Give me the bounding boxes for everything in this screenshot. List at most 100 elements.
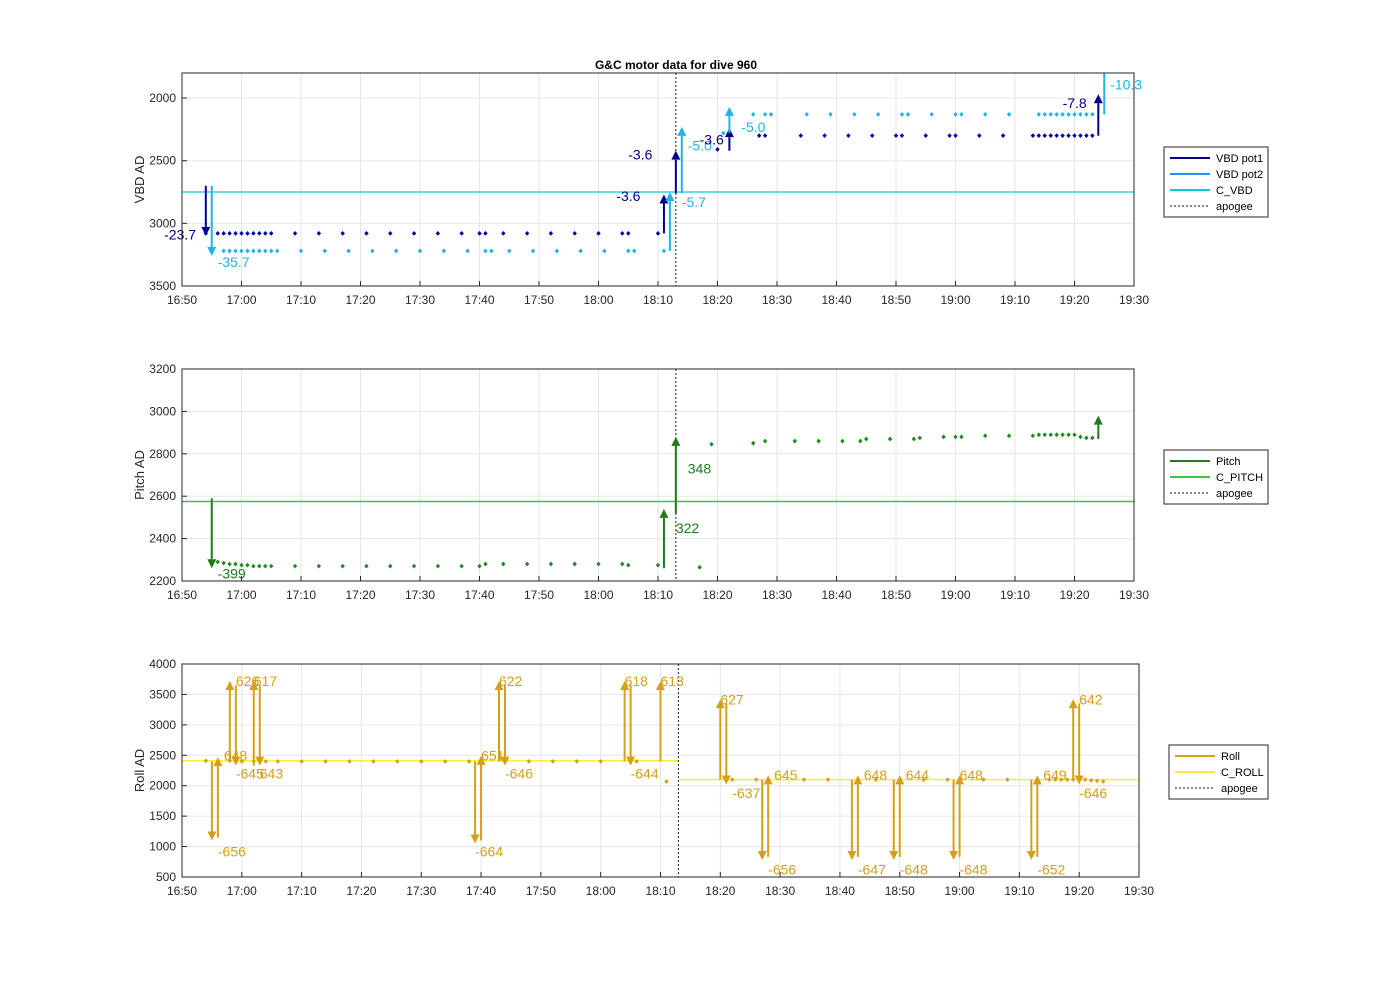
arrow-head bbox=[1100, 60, 1109, 69]
x-tick-label: 17:10 bbox=[286, 293, 316, 307]
x-tick-label: 17:00 bbox=[226, 588, 256, 602]
arrow-label: -3.6 bbox=[616, 188, 640, 204]
x-tick-label: 18:50 bbox=[885, 884, 915, 898]
arrow-label: -646 bbox=[1079, 785, 1107, 801]
arrow-label: 651 bbox=[481, 747, 505, 763]
arrow-label: -647 bbox=[858, 862, 886, 878]
arrow-label: 348 bbox=[688, 461, 712, 477]
arrow-label: -7.8 bbox=[1063, 95, 1087, 111]
x-tick-label: 17:20 bbox=[345, 293, 375, 307]
legend-label: C_ROLL bbox=[1221, 767, 1264, 779]
x-tick-label: 16:50 bbox=[167, 884, 197, 898]
legend-label: apogee bbox=[1221, 783, 1258, 795]
arrow-label: -652 bbox=[1037, 862, 1065, 878]
vbd-panel: 16:50 17:00 17:10 17:20 17:30 17:40 17:50 18:00… bbox=[132, 58, 1269, 307]
y-tick-label: 2500 bbox=[149, 748, 176, 762]
x-tick-label: 17:20 bbox=[345, 588, 375, 602]
y-tick-label: 500 bbox=[156, 870, 176, 884]
x-tick-label: 18:10 bbox=[643, 293, 673, 307]
y-tick-label: 4000 bbox=[149, 657, 176, 671]
arrow-label: -5.7 bbox=[682, 194, 706, 210]
y-axis-label: Pitch AD bbox=[132, 450, 147, 500]
x-tick-label: 17:40 bbox=[464, 293, 494, 307]
arrow-label: -656 bbox=[768, 862, 796, 878]
y-tick-label: 2500 bbox=[149, 154, 176, 168]
arrow-label: 648 bbox=[224, 747, 248, 763]
y-tick-label: 2200 bbox=[149, 574, 176, 588]
x-tick-label: 19:10 bbox=[1000, 293, 1030, 307]
x-tick-label: 18:30 bbox=[765, 884, 795, 898]
x-tick-label: 19:30 bbox=[1119, 293, 1149, 307]
x-tick-label: 18:30 bbox=[762, 588, 792, 602]
x-tick-label: 18:40 bbox=[821, 293, 851, 307]
x-tick-label: 17:40 bbox=[466, 884, 496, 898]
y-tick-label: 1500 bbox=[149, 809, 176, 823]
x-tick-label: 18:00 bbox=[583, 588, 613, 602]
y-tick-label: 3500 bbox=[149, 687, 176, 701]
y-tick-label: 3500 bbox=[149, 279, 176, 293]
x-tick-label: 18:50 bbox=[881, 293, 911, 307]
arrow-label: -648 bbox=[960, 862, 988, 878]
y-tick-label: 2800 bbox=[149, 447, 176, 461]
roll-panel: 16:50 17:00 17:10 17:20 17:30 17:40 17:50 18:00… bbox=[132, 657, 1269, 898]
y-tick-label: 2400 bbox=[149, 532, 176, 546]
y-tick-label: 1000 bbox=[149, 840, 176, 854]
arrow-label: -637 bbox=[732, 785, 760, 801]
x-tick-label: 19:30 bbox=[1124, 884, 1154, 898]
y-tick-label: 3000 bbox=[149, 404, 176, 418]
arrow-label: -664 bbox=[475, 843, 503, 859]
arrow-label: 322 bbox=[676, 520, 700, 536]
x-tick-label: 19:00 bbox=[940, 588, 970, 602]
x-tick-label: 17:30 bbox=[405, 293, 435, 307]
x-tick-label: 19:20 bbox=[1059, 588, 1089, 602]
legend: Pitch C_PITCHapogee bbox=[1163, 449, 1269, 505]
x-tick-label: 17:30 bbox=[405, 588, 435, 602]
x-tick-label: 17:10 bbox=[287, 884, 317, 898]
x-tick-label: 18:00 bbox=[586, 884, 616, 898]
x-tick-label: 18:10 bbox=[645, 884, 675, 898]
arrow-label: 622 bbox=[499, 673, 523, 689]
y-axis-label: Roll AD bbox=[132, 749, 147, 792]
x-tick-label: 18:10 bbox=[643, 588, 673, 602]
x-tick-label: 17:40 bbox=[464, 588, 494, 602]
legend-label: VBD pot1 bbox=[1216, 153, 1263, 165]
x-tick-label: 17:00 bbox=[227, 884, 257, 898]
arrow-label: 649 bbox=[1043, 767, 1067, 783]
x-tick-label: 19:20 bbox=[1064, 884, 1094, 898]
y-tick-label: 3200 bbox=[149, 362, 176, 376]
arrow-label: 644 bbox=[906, 767, 930, 783]
arrow-label: 618 bbox=[625, 673, 649, 689]
pitch-panel: 16:50 17:00 17:10 17:20 17:30 17:40 17:50 18:00… bbox=[132, 362, 1269, 602]
figure: 16:50 17:00 17:10 17:20 17:30 17:40 17:50 18:00… bbox=[132, 58, 1269, 898]
x-tick-label: 18:40 bbox=[825, 884, 855, 898]
x-tick-label: 18:20 bbox=[702, 588, 732, 602]
x-tick-label: 18:20 bbox=[705, 884, 735, 898]
y-tick-label: 3000 bbox=[149, 718, 176, 732]
arrow-label: -656 bbox=[218, 843, 246, 859]
arrow-label: 643 bbox=[260, 766, 284, 782]
arrow-label: 642 bbox=[1079, 691, 1103, 707]
legend-label: apogee bbox=[1216, 488, 1253, 500]
arrow-label: -35.7 bbox=[218, 254, 250, 270]
x-tick-label: 17:10 bbox=[286, 588, 316, 602]
chart-title: G&C motor data for dive 960 bbox=[595, 58, 757, 72]
legend: VBD pot1 VBD pot2 C_VBDapogee bbox=[1163, 146, 1269, 218]
arrow-label: -3.6 bbox=[700, 131, 724, 147]
x-tick-label: 17:20 bbox=[346, 884, 376, 898]
x-tick-label: 17:50 bbox=[524, 293, 554, 307]
legend-label: apogee bbox=[1216, 201, 1253, 213]
x-tick-label: 19:00 bbox=[945, 884, 975, 898]
x-tick-label: 18:40 bbox=[821, 588, 851, 602]
arrow-label: -644 bbox=[631, 766, 659, 782]
arrow-label: -3.6 bbox=[628, 146, 652, 162]
y-axis-label: VBD AD bbox=[132, 156, 147, 204]
arrow-label: -10.3 bbox=[1110, 76, 1142, 92]
arrow-label: -646 bbox=[505, 766, 533, 782]
x-tick-label: 17:00 bbox=[226, 293, 256, 307]
x-tick-label: 19:20 bbox=[1059, 293, 1089, 307]
x-tick-label: 16:50 bbox=[167, 293, 197, 307]
legend-label: C_VBD bbox=[1216, 185, 1253, 197]
x-tick-label: 18:00 bbox=[583, 293, 613, 307]
arrow-label: 627 bbox=[720, 691, 744, 707]
arrow-label: 645 bbox=[774, 767, 798, 783]
